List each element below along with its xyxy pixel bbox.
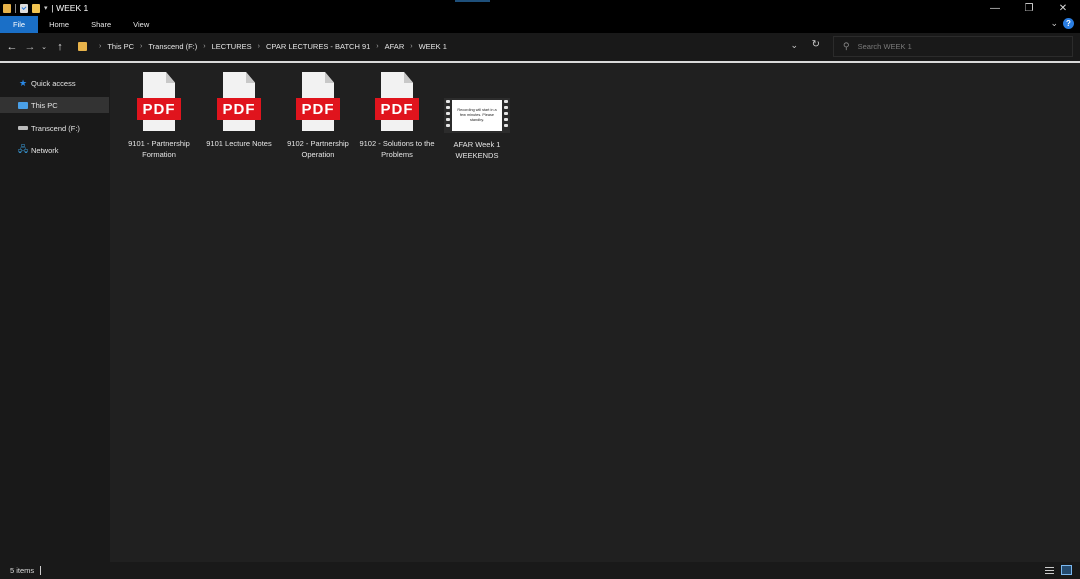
breadcrumb-separator[interactable]: › (203, 43, 205, 50)
breadcrumb-separator[interactable]: › (258, 43, 260, 50)
nav-item-this-pc[interactable]: This PC (0, 97, 109, 113)
file-name: 9101 - Partnership Formation (128, 139, 190, 159)
tab-home[interactable]: Home (38, 16, 80, 33)
details-view-button[interactable] (1044, 565, 1055, 575)
expand-ribbon-chevron-icon[interactable]: ⌄ (1050, 18, 1058, 29)
file-name: 9102 - Partnership Operation (287, 139, 349, 159)
new-folder-icon[interactable] (32, 3, 40, 13)
file-name: AFAR Week 1 WEEKENDS (453, 140, 501, 160)
view-switcher (1044, 565, 1072, 575)
window-title: | WEEK 1 (51, 3, 89, 13)
details-view-icon (1045, 566, 1054, 574)
film-strip (502, 98, 510, 133)
nav-item-label: Network (31, 145, 59, 155)
file-item-video[interactable]: Recording will start in a few minutes. P… (439, 71, 515, 161)
pdf-badge: PDF (137, 98, 181, 120)
back-button[interactable]: ← (6, 41, 18, 53)
refresh-icon[interactable]: ↻ (812, 39, 820, 50)
search-icon: ⚲ (843, 41, 850, 51)
close-button[interactable]: ✕ (1046, 0, 1080, 16)
file-item-pdf[interactable]: PDF 9102 - Partnership Operation (280, 71, 356, 160)
up-button[interactable]: ↑ (54, 41, 66, 53)
item-count: 5 items (10, 566, 35, 575)
breadcrumb-lectures[interactable]: LECTURES (212, 42, 252, 51)
folder-icon[interactable] (3, 3, 11, 13)
computer-icon (18, 100, 28, 110)
breadcrumb-separator[interactable]: › (140, 43, 142, 50)
address-dropdown-chevron-icon[interactable]: ⌄ (790, 40, 798, 51)
breadcrumb-cpar-lectures[interactable]: CPAR LECTURES - BATCH 91 (266, 42, 370, 51)
file-item-pdf[interactable]: PDF 9101 - Partnership Formation (121, 71, 197, 160)
breadcrumb-separator[interactable]: › (376, 43, 378, 50)
breadcrumb-week-1[interactable]: WEEK 1 (419, 42, 447, 51)
breadcrumb-this-pc[interactable]: This PC (107, 42, 134, 51)
video-thumbnail: Recording will start in a few minutes. P… (444, 98, 510, 133)
search-box[interactable]: ⚲ (833, 36, 1073, 57)
drive-icon (18, 123, 28, 133)
tab-share[interactable]: Share (80, 16, 122, 33)
window-controls: — ❐ ✕ (978, 0, 1080, 16)
pdf-badge: PDF (375, 98, 419, 120)
nav-item-label: This PC (31, 100, 58, 110)
breadcrumb-afar[interactable]: AFAR (385, 42, 405, 51)
file-name: 9102 - Solutions to the Problems (359, 139, 435, 159)
pdf-badge: PDF (217, 98, 261, 120)
ribbon-tabs: File Home Share View ⌄ ? (0, 16, 1080, 33)
customize-toolbar-chevron-icon[interactable]: ▾ (44, 4, 48, 12)
nav-item-label: Transcend (F:) (31, 123, 80, 133)
ribbon-right-controls: ⌄ ? (1050, 18, 1074, 29)
folder-icon (78, 42, 87, 51)
large-icons-view-icon (1061, 565, 1072, 575)
tab-view[interactable]: View (122, 16, 160, 33)
file-name: 9101 Lecture Notes (206, 139, 272, 148)
file-item-pdf[interactable]: PDF 9102 - Solutions to the Problems (359, 71, 435, 160)
pdf-file-icon: PDF (373, 71, 421, 132)
nav-item-label: Quick access (31, 78, 76, 88)
status-divider (40, 566, 42, 575)
file-item-pdf[interactable]: PDF 9101 Lecture Notes (201, 71, 277, 149)
forward-button[interactable]: → (24, 41, 36, 53)
restore-button[interactable]: ❐ (1012, 0, 1046, 16)
minimize-button[interactable]: — (978, 0, 1012, 16)
title-bar: ▾ | WEEK 1 — ❐ ✕ (0, 0, 1080, 16)
accent-strip (455, 0, 490, 2)
breadcrumb-transcend[interactable]: Transcend (F:) (148, 42, 197, 51)
video-frame: Recording will start in a few minutes. P… (452, 100, 502, 131)
file-list[interactable]: PDF 9101 - Partnership Formation PDF 910… (110, 63, 1080, 562)
properties-icon[interactable] (20, 3, 28, 13)
film-strip (444, 98, 452, 133)
help-icon[interactable]: ? (1063, 18, 1074, 29)
star-icon: ★ (18, 77, 28, 88)
pdf-badge: PDF (296, 98, 340, 120)
toolbar-divider (15, 3, 16, 13)
navigation-pane: ★ Quick access This PC Transcend (F:) 🖧 … (0, 63, 110, 562)
large-icons-view-button[interactable] (1061, 565, 1072, 575)
nav-item-transcend-drive[interactable]: Transcend (F:) (0, 120, 109, 136)
breadcrumb-separator: › (99, 43, 102, 50)
recent-locations-button[interactable]: ⌄ (40, 43, 48, 51)
pdf-file-icon: PDF (215, 71, 263, 132)
nav-item-quick-access[interactable]: ★ Quick access (0, 75, 109, 91)
search-input[interactable] (857, 42, 1058, 51)
pdf-file-icon: PDF (294, 71, 342, 132)
address-bar[interactable]: › This PC › Transcend (F:) › LECTURES › … (75, 36, 828, 57)
network-icon: 🖧 (17, 144, 29, 154)
tab-file[interactable]: File (0, 16, 39, 33)
quick-access-toolbar: ▾ (0, 0, 48, 16)
address-row: ← → ⌄ ↑ › This PC › Transcend (F:) › LEC… (0, 33, 1080, 61)
pdf-file-icon: PDF (135, 71, 183, 132)
status-bar: 5 items (0, 562, 1080, 579)
nav-item-network[interactable]: 🖧 Network (0, 142, 109, 158)
breadcrumb-separator[interactable]: › (410, 43, 412, 50)
